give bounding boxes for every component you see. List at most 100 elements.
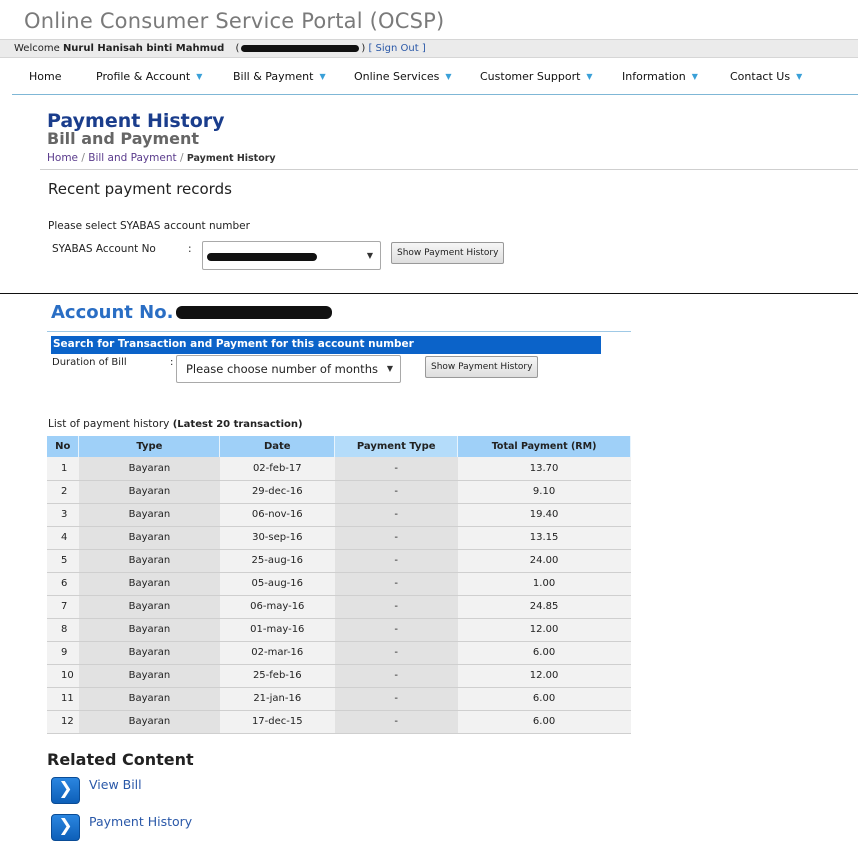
cell-payment-type: -: [334, 664, 458, 688]
breadcrumb-separator: /: [179, 152, 184, 164]
caret-down-icon: ▼: [586, 72, 593, 81]
duration-select[interactable]: Please choose number of months ▼: [176, 355, 401, 383]
show-payment-history-button[interactable]: Show Payment History: [391, 242, 505, 264]
cell-total-payment: 12.00: [457, 618, 631, 642]
cell-date: 17-dec-15: [219, 710, 335, 734]
cell-type: Bayaran: [78, 572, 220, 596]
nav-label: Online Services: [354, 70, 440, 83]
cell-payment-type: -: [334, 480, 458, 504]
nav-item-contact-us[interactable]: Contact Us ▼: [730, 70, 802, 83]
nav-label: Information: [622, 70, 686, 83]
sign-out-link[interactable]: [ Sign Out ]: [368, 43, 425, 54]
user-name: Nurul Hanisah binti Mahmud: [62, 43, 225, 54]
cell-no: 11: [47, 687, 79, 711]
cell-no: 5: [47, 549, 79, 573]
cell-no: 4: [47, 526, 79, 550]
breadcrumb-bill-payment[interactable]: Bill and Payment: [88, 152, 176, 164]
cell-payment-type: -: [334, 526, 458, 550]
table-body: 1 Bayaran 02-feb-17-13.70 2 Bayaran 29-dec-16…: [47, 457, 631, 734]
breadcrumb-home[interactable]: Home: [47, 152, 78, 164]
breadcrumb: Home / Bill and Payment / Payment Histor…: [47, 152, 276, 164]
cell-date: 06-may-16: [219, 595, 335, 619]
cell-date: 02-mar-16: [219, 641, 335, 665]
cell-total-payment: 13.15: [457, 526, 631, 550]
cell-total-payment: 24.85: [457, 595, 631, 619]
cell-type: Bayaran: [78, 618, 220, 642]
account-no-heading: Account No.:: [51, 302, 182, 323]
redacted-account-number: [176, 306, 332, 319]
nav-item-customer-support[interactable]: Customer Support ▼: [480, 70, 593, 83]
cell-date: 29-dec-16: [219, 480, 335, 504]
cell-payment-type: -: [334, 710, 458, 734]
table-row: 6 Bayaran 05-aug-16-1.00: [47, 572, 631, 596]
caret-down-icon: ▼: [445, 72, 452, 81]
welcome-bar: Welcome Nurul Hanisah binti Mahmud () [ …: [0, 39, 858, 58]
col-header-no: No: [47, 436, 80, 457]
nav-item-information[interactable]: Information ▼: [622, 70, 698, 83]
divider: [40, 169, 858, 170]
colon: :: [170, 357, 174, 368]
table-row: 1 Bayaran 02-feb-17-13.70: [47, 457, 631, 481]
cell-no: 3: [47, 503, 79, 527]
cell-no: 10: [47, 664, 79, 688]
cell-payment-type: -: [334, 549, 458, 573]
cell-no: 9: [47, 641, 79, 665]
nav-item-home[interactable]: Home: [29, 70, 61, 83]
table-row: 5 Bayaran 25-aug-16-24.00: [47, 549, 631, 573]
cell-payment-type: -: [334, 503, 458, 527]
account-no-label: Account No.: [51, 302, 174, 323]
view-bill-link[interactable]: View Bill: [89, 777, 142, 792]
cell-no: 8: [47, 618, 79, 642]
caret-down-icon: ▼: [796, 72, 803, 81]
cell-type: Bayaran: [78, 664, 220, 688]
account-select[interactable]: ▼: [202, 241, 381, 270]
caret-down-icon: ▼: [196, 72, 203, 81]
breadcrumb-separator: /: [81, 152, 85, 164]
cell-payment-type: -: [334, 618, 458, 642]
cell-total-payment: 24.00: [457, 549, 631, 573]
cell-total-payment: 9.10: [457, 480, 631, 504]
cell-type: Bayaran: [78, 503, 220, 527]
payment-history-link[interactable]: Payment History: [89, 814, 192, 829]
chevron-right-icon[interactable]: ❯: [51, 777, 80, 804]
table-row: 3 Bayaran 06-nov-16-19.40: [47, 503, 631, 527]
duration-label: Duration of Bill: [52, 357, 127, 368]
cell-total-payment: 13.70: [457, 457, 631, 481]
table-row: 2 Bayaran 29-dec-16-9.10: [47, 480, 631, 504]
site-title: Online Consumer Service Portal (OCSP): [24, 9, 445, 33]
nav-item-profile-account[interactable]: Profile & Account ▼: [96, 70, 202, 83]
cell-type: Bayaran: [78, 641, 220, 665]
nav-item-online-services[interactable]: Online Services ▼: [354, 70, 452, 83]
nav-label: Customer Support: [480, 70, 581, 83]
redacted-account-number: [207, 253, 317, 261]
cell-type: Bayaran: [78, 687, 220, 711]
chevron-right-icon[interactable]: ❯: [51, 814, 80, 841]
col-header-type: Type: [78, 436, 221, 457]
caret-down-icon: ▼: [319, 72, 326, 81]
cell-type: Bayaran: [78, 526, 220, 550]
nav-label: Profile & Account: [96, 70, 191, 83]
cell-no: 1: [47, 457, 79, 481]
table-row: 9 Bayaran 02-mar-16-6.00: [47, 641, 631, 665]
caret-down-icon: ▼: [691, 72, 698, 81]
redacted-email: [241, 44, 360, 52]
welcome-prefix: Welcome: [14, 43, 60, 54]
main-nav: Home Profile & Account ▼ Bill & Payment ▼ …: [12, 60, 858, 95]
cell-date: 02-feb-17: [219, 457, 335, 481]
search-section-header: Search for Transaction and Payment for t…: [51, 336, 601, 354]
table-row: 4 Bayaran 30-sep-16-13.15: [47, 526, 631, 550]
table-row: 12 Bayaran 17-dec-15-6.00: [47, 710, 631, 734]
table-row: 11 Bayaran 21-jan-16-6.00: [47, 687, 631, 711]
nav-item-bill-payment[interactable]: Bill & Payment ▼: [233, 70, 326, 83]
cell-total-payment: 12.00: [457, 664, 631, 688]
cell-type: Bayaran: [78, 480, 220, 504]
welcome-close-paren: ): [361, 43, 366, 54]
cell-type: Bayaran: [78, 710, 220, 734]
cell-no: 7: [47, 595, 79, 619]
nav-label: Contact Us: [730, 70, 791, 83]
col-header-total-payment: Total Payment (RM): [457, 436, 631, 457]
show-payment-history-button[interactable]: Show Payment History: [425, 356, 539, 378]
table-row: 10 Bayaran 25-feb-16-12.00: [47, 664, 631, 688]
cell-no: 2: [47, 480, 79, 504]
cell-payment-type: -: [334, 641, 458, 665]
